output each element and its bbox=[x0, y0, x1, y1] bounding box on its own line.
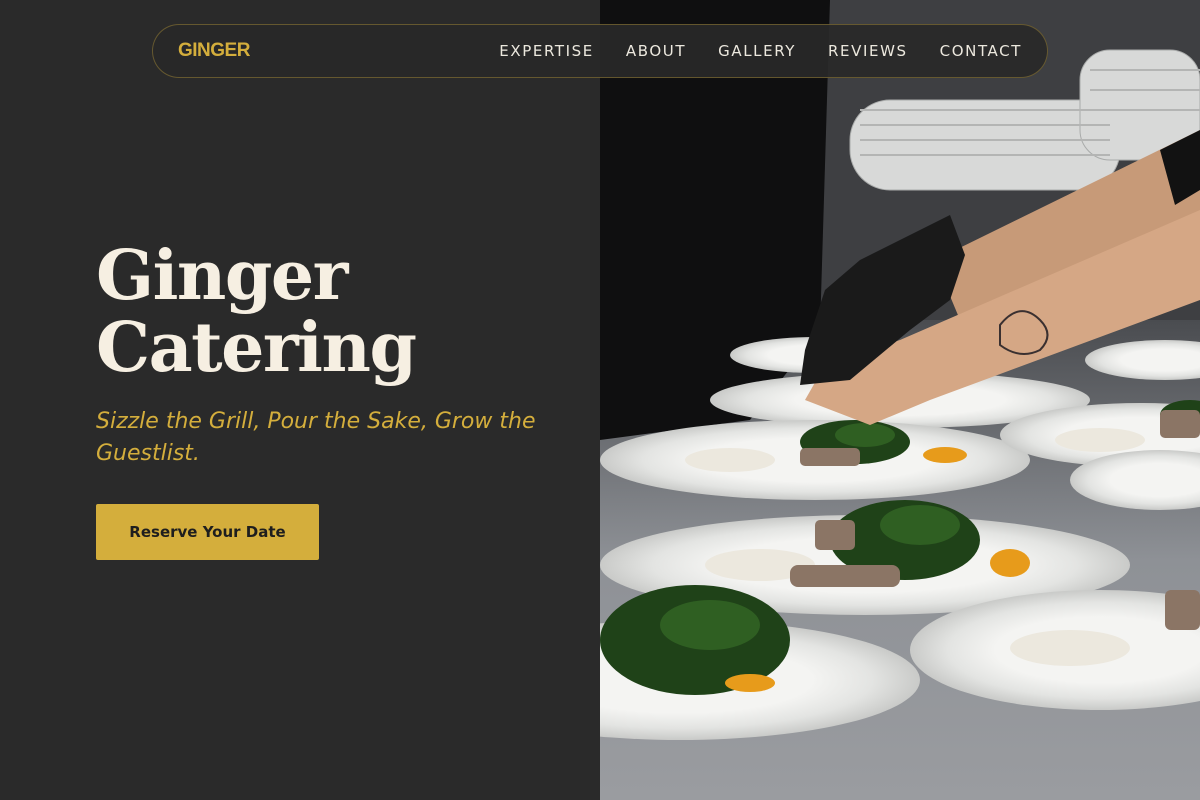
nav-link-contact[interactable]: CONTACT bbox=[940, 42, 1022, 60]
nav-link-gallery[interactable]: GALLERY bbox=[718, 42, 796, 60]
reserve-date-button[interactable]: Reserve Your Date bbox=[96, 504, 319, 560]
nav-link-expertise[interactable]: EXPERTISE bbox=[499, 42, 594, 60]
hero-title-line-1: Ginger bbox=[96, 236, 348, 316]
hero-left-panel bbox=[0, 0, 600, 800]
nav-link-about[interactable]: ABOUT bbox=[626, 42, 686, 60]
nav-links: EXPERTISE ABOUT GALLERY REVIEWS CONTACT bbox=[499, 42, 1022, 60]
brand-logo[interactable]: GINGER bbox=[178, 40, 250, 62]
main-navbar: GINGER EXPERTISE ABOUT GALLERY REVIEWS C… bbox=[152, 24, 1048, 78]
hero-title: Ginger Catering bbox=[96, 240, 576, 384]
nav-link-reviews[interactable]: REVIEWS bbox=[828, 42, 908, 60]
hero-title-line-2: Catering bbox=[96, 308, 417, 388]
hero-tagline: Sizzle the Grill, Pour the Sake, Grow th… bbox=[96, 409, 536, 466]
hero-image bbox=[600, 0, 1200, 800]
plating-photo bbox=[600, 0, 1200, 800]
